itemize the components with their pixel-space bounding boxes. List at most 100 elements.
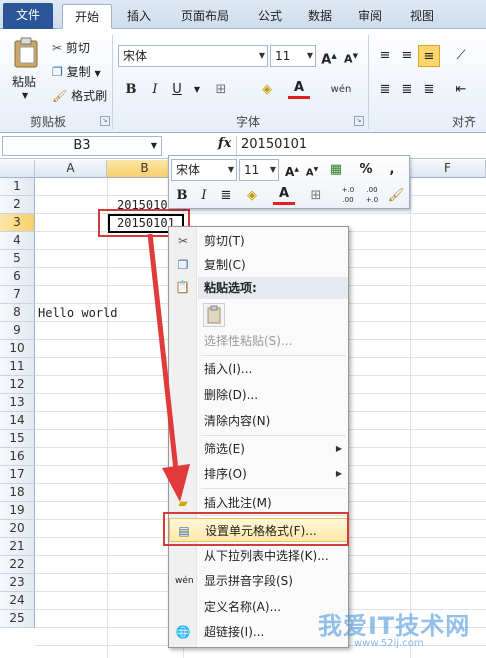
font-group-label: 字体: [236, 115, 261, 129]
tab-file[interactable]: 文件: [3, 3, 53, 29]
chevron-down-icon[interactable]: ▼: [186, 79, 208, 101]
row-header[interactable]: 6: [0, 268, 35, 286]
globe-link-icon: 🌐: [175, 625, 191, 639]
menu-item-pick-from-list[interactable]: 从下拉列表中选择(K)...: [169, 544, 348, 568]
row-header[interactable]: 10: [0, 340, 35, 358]
grow-font-icon[interactable]: A▲: [281, 159, 303, 181]
tab-review[interactable]: 审阅: [350, 4, 390, 29]
border-icon[interactable]: ⊞: [210, 79, 232, 101]
row-header[interactable]: 7: [0, 286, 35, 304]
increase-decimal-icon[interactable]: +.0 .00: [337, 185, 359, 207]
row-header[interactable]: 18: [0, 484, 35, 502]
row-header[interactable]: 13: [0, 394, 35, 412]
row-header[interactable]: 8: [0, 304, 35, 322]
row-header[interactable]: 16: [0, 448, 35, 466]
align-center-icon[interactable]: ≣: [396, 79, 418, 101]
grow-font-icon[interactable]: A▲: [318, 45, 340, 67]
align-top-icon[interactable]: ≡: [374, 45, 396, 67]
clipboard-launcher-icon[interactable]: ↘: [100, 116, 110, 126]
font-launcher-icon[interactable]: ↘: [354, 116, 364, 126]
row-header[interactable]: 5: [0, 250, 35, 268]
row-header[interactable]: 17: [0, 466, 35, 484]
format-painter-icon[interactable]: 🖌: [385, 185, 407, 207]
chevron-down-icon: ▼: [22, 91, 29, 100]
tab-data[interactable]: 数据: [300, 4, 340, 29]
clipboard-icon: [207, 305, 221, 324]
insert-function-icon[interactable]: fx: [218, 136, 231, 151]
row-header[interactable]: 12: [0, 376, 35, 394]
mini-size-combo[interactable]: 11 ▼: [239, 159, 279, 181]
indent-icon[interactable]: ⇤: [450, 79, 472, 101]
paste-options-header: 粘贴选项:: [198, 277, 348, 299]
align-middle-icon[interactable]: ≡: [396, 45, 418, 67]
font-size-combo[interactable]: 11 ▼: [270, 45, 316, 67]
border-icon[interactable]: ⊞: [305, 185, 327, 207]
paste-option-button[interactable]: [203, 303, 225, 327]
row-header[interactable]: 15: [0, 430, 35, 448]
format-painter-button[interactable]: 🖌 格式刷: [52, 85, 107, 107]
align-left-icon[interactable]: ≣: [374, 79, 396, 101]
chevron-down-icon: ▼: [150, 141, 157, 150]
chevron-down-icon: ▼: [306, 51, 313, 60]
row-header[interactable]: 9: [0, 322, 35, 340]
orientation-icon[interactable]: ⟋: [450, 45, 472, 67]
mini-italic-button[interactable]: I: [193, 185, 215, 207]
font-name-combo[interactable]: 宋体 ▼: [118, 45, 268, 67]
copy-button[interactable]: ❐ 复制 ▼: [52, 61, 101, 83]
italic-button[interactable]: I: [144, 79, 166, 101]
phonetic-guide-icon[interactable]: wén: [330, 79, 352, 101]
mini-font-combo[interactable]: 宋体 ▼: [171, 159, 237, 181]
shrink-font-icon[interactable]: A▼: [301, 159, 323, 181]
row-header[interactable]: 25: [0, 610, 35, 628]
row-header[interactable]: 1: [0, 178, 35, 196]
paste-button[interactable]: 粘贴 ▼: [10, 35, 42, 105]
row-header[interactable]: 23: [0, 574, 35, 592]
tab-home[interactable]: 开始: [62, 4, 112, 29]
column-header-f[interactable]: F: [410, 160, 486, 178]
align-bottom-icon[interactable]: ≡: [418, 45, 440, 67]
center-align-icon[interactable]: ≣: [215, 185, 237, 207]
font-color-icon[interactable]: A: [288, 79, 310, 99]
bold-button[interactable]: B: [120, 79, 142, 101]
row-header[interactable]: 21: [0, 538, 35, 556]
tab-page-layout[interactable]: 页面布局: [170, 4, 240, 29]
row-header[interactable]: 3: [0, 214, 35, 232]
row-header[interactable]: 24: [0, 592, 35, 610]
menu-item-phonetic[interactable]: wén 显示拼音字段(S): [169, 569, 348, 593]
cell-a8[interactable]: Hello world: [38, 304, 117, 322]
row-header[interactable]: 2: [0, 196, 35, 214]
fill-color-icon[interactable]: ◈: [241, 185, 263, 207]
phonetic-guide-icon: wén: [175, 576, 194, 586]
cut-button[interactable]: ✂ 剪切: [52, 37, 90, 59]
scissors-icon: ✂: [52, 41, 63, 55]
accounting-format-icon[interactable]: ▦: [325, 159, 347, 181]
align-right-icon[interactable]: ≣: [418, 79, 440, 101]
row-header[interactable]: 20: [0, 520, 35, 538]
percent-button[interactable]: %: [355, 159, 377, 181]
chevron-down-icon: ▼: [227, 165, 234, 174]
tab-insert[interactable]: 插入: [118, 4, 160, 29]
chevron-right-icon: ▶: [335, 469, 342, 478]
name-box[interactable]: B3 ▼: [2, 136, 162, 156]
brush-icon: 🖌: [52, 89, 68, 103]
row-header[interactable]: 14: [0, 412, 35, 430]
chevron-right-icon: ▶: [335, 444, 342, 453]
row-header[interactable]: 4: [0, 232, 35, 250]
shrink-font-icon[interactable]: A▼: [340, 45, 362, 67]
decrease-decimal-icon[interactable]: .00 +.0: [361, 185, 383, 207]
annotation-arrow-icon: [147, 233, 190, 502]
row-header[interactable]: 22: [0, 556, 35, 574]
mini-bold-button[interactable]: B: [171, 185, 193, 207]
tab-view[interactable]: 视图: [400, 4, 444, 29]
row-header[interactable]: 11: [0, 358, 35, 376]
fill-color-icon[interactable]: ◈: [256, 79, 278, 101]
underline-button[interactable]: U: [166, 79, 188, 101]
column-header-a[interactable]: A: [35, 160, 107, 178]
tab-formulas[interactable]: 公式: [250, 4, 290, 29]
divider: [201, 355, 346, 356]
comma-button[interactable]: ,: [381, 159, 403, 181]
select-all-corner[interactable]: [0, 160, 35, 178]
font-color-icon[interactable]: A: [273, 185, 295, 205]
formula-input[interactable]: 20150101: [236, 136, 486, 156]
row-header[interactable]: 19: [0, 502, 35, 520]
